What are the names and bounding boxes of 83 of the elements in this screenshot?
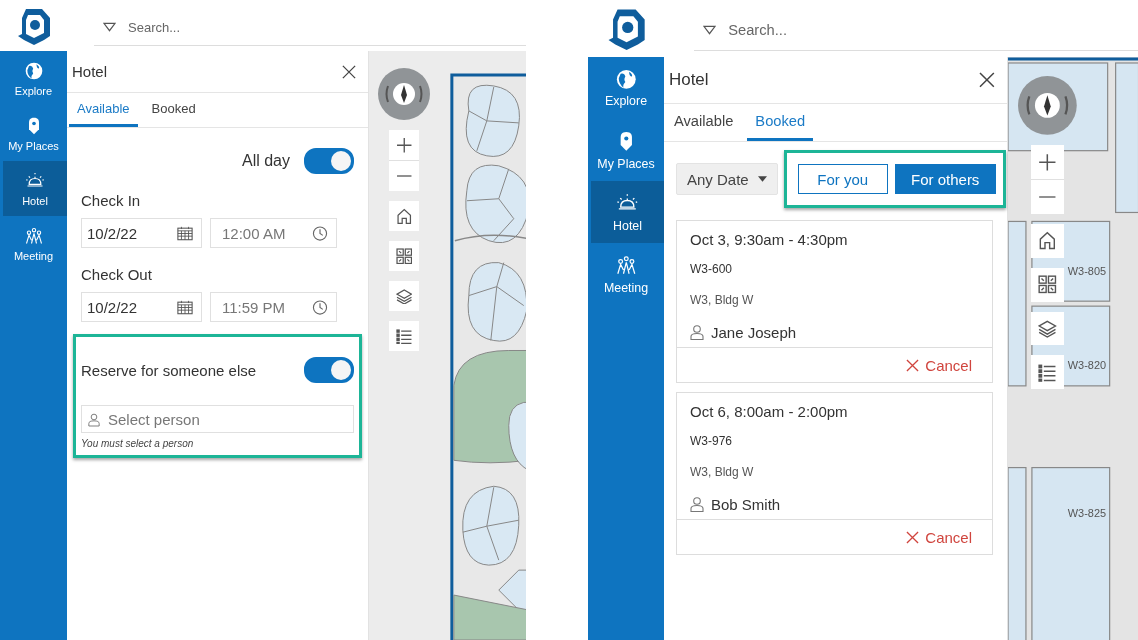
qr-code-icon (1038, 275, 1057, 294)
clock-icon (312, 299, 328, 315)
qr-code-button[interactable] (389, 241, 419, 271)
nav-item[interactable]: My Places (0, 106, 67, 161)
person-name: Bob Smith (711, 496, 781, 514)
location-text: W3, Bldg W (690, 293, 755, 308)
panel-title: Hotel (72, 63, 108, 80)
nav-item[interactable]: Hotel (0, 161, 67, 216)
tab[interactable]: Booked (143, 93, 204, 127)
list-button[interactable] (1030, 355, 1065, 390)
room-label: W3-805 (1067, 265, 1107, 278)
list-icon (395, 327, 413, 345)
layers-icon (395, 287, 413, 305)
section-label: Check In (81, 192, 142, 209)
zoom-in-button[interactable] (389, 130, 419, 161)
filter-button[interactable]: For others (894, 164, 996, 195)
home-icon (395, 207, 413, 225)
list-icon (1038, 363, 1057, 382)
location-text: W3, Bldg W (690, 465, 755, 480)
nav-item[interactable]: Explore (588, 57, 664, 120)
room-number: W3-976 (690, 434, 734, 449)
panel-title: Hotel (669, 70, 709, 91)
section-label: Check Out (81, 266, 153, 283)
toggle-switch[interactable] (304, 148, 354, 174)
person-icon (88, 413, 100, 427)
compass-button[interactable] (378, 68, 430, 120)
x-icon (906, 530, 920, 544)
people-icon (23, 225, 44, 246)
close-icon[interactable] (979, 72, 995, 89)
reserve-label: Reserve for someone else (81, 361, 257, 379)
minus-icon (395, 175, 413, 177)
qr-code-icon (395, 247, 413, 265)
cancel-button[interactable]: Cancel (906, 356, 972, 374)
person-icon (690, 324, 704, 342)
toggle-switch[interactable] (304, 357, 354, 383)
plus-icon (395, 136, 413, 154)
room-number: W3-600 (690, 262, 734, 277)
layers-icon (1038, 319, 1057, 338)
date-field[interactable]: 10/2/22 (81, 292, 202, 322)
compass-button[interactable] (1018, 76, 1077, 135)
calendar-icon (177, 299, 193, 315)
x-icon (906, 358, 920, 372)
zoom-out-button[interactable] (389, 161, 419, 191)
booking-time: Oct 6, 8:00am - 2:00pm (690, 403, 849, 421)
search-field[interactable]: Search... (126, 18, 526, 36)
person-field[interactable]: Select person (81, 405, 354, 433)
booking-time: Oct 3, 9:30am - 4:30pm (690, 231, 849, 249)
close-icon[interactable] (342, 64, 356, 79)
all-day-label: All day (241, 152, 290, 170)
tab[interactable]: Booked (747, 104, 814, 142)
people-icon (614, 254, 638, 277)
person-name: Jane Joseph (711, 324, 797, 342)
list-button[interactable] (389, 321, 419, 351)
home-button[interactable] (389, 201, 419, 231)
caret-icon (757, 176, 767, 183)
tab[interactable]: Available (666, 104, 742, 142)
nav-item[interactable]: Hotel (588, 181, 664, 244)
nav-item[interactable]: Meeting (588, 243, 664, 306)
nav-item[interactable]: Meeting (0, 216, 67, 271)
nav-item[interactable]: My Places (588, 119, 664, 182)
tab[interactable]: Available (69, 93, 138, 127)
validation-hint: You must select a person (81, 438, 195, 449)
search-field[interactable]: Search... (726, 21, 1138, 39)
date-filter-button[interactable]: Any Date (676, 163, 778, 196)
globe-icon (614, 67, 638, 91)
layers-button[interactable] (389, 281, 419, 311)
home-icon (1038, 231, 1057, 250)
room-label: W3-820 (1067, 358, 1107, 371)
room-label: W3-825 (1067, 507, 1107, 520)
clock-icon (312, 225, 328, 241)
dropdown-caret-icon[interactable] (103, 22, 116, 32)
calendar-icon (177, 225, 193, 241)
minus-icon (1038, 195, 1057, 198)
compass-icon (378, 68, 430, 120)
cancel-button[interactable]: Cancel (906, 528, 972, 546)
filter-button[interactable]: For you (797, 164, 888, 195)
date-field[interactable]: 10/2/22 (81, 218, 202, 248)
plus-icon (1038, 152, 1057, 172)
nav-item[interactable]: Explore (0, 51, 67, 106)
dropdown-caret-icon[interactable] (703, 25, 717, 35)
person-icon (690, 496, 704, 514)
globe-icon (23, 60, 44, 81)
compass-icon (1018, 76, 1077, 135)
